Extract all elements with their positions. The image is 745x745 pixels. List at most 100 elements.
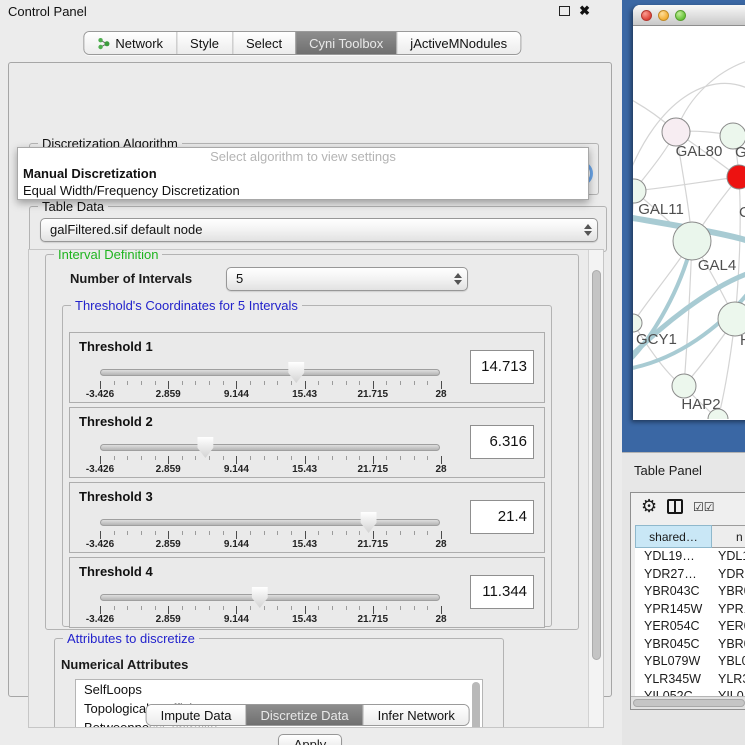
- algorithm-dropdown-popup: Select algorithm to view settings Manual…: [17, 147, 589, 200]
- threshold-row: Threshold 4 -3.4262.8599.14415.4321.7152…: [69, 557, 545, 628]
- node-label: GAL80: [676, 143, 723, 160]
- tab-select[interactable]: Select: [232, 32, 295, 54]
- table-row[interactable]: YBL079WYBL0: [635, 653, 745, 671]
- tab-discretize-data[interactable]: Discretize Data: [245, 705, 362, 725]
- column-header-name[interactable]: n: [712, 525, 745, 548]
- panel-title: Control Panel: [8, 4, 87, 19]
- cell-shared-name: YLR345W: [635, 671, 712, 689]
- control-panel: Control Panel ✖ Network Style Select Cyn…: [0, 0, 622, 745]
- list-scrollbar: [471, 681, 481, 728]
- right-pane: GAL80GACGAL11GAL4GCY1HHAP2 Table Panel ⚙…: [622, 0, 745, 745]
- network-node[interactable]: [633, 314, 642, 332]
- table-row[interactable]: YBR045CYBR0: [635, 636, 745, 654]
- cell-name: YPR1: [712, 601, 745, 619]
- slider-tick-labels: -3.4262.8599.14415.4321.71528: [100, 539, 441, 551]
- slider-track[interactable]: [100, 369, 440, 376]
- node-label: H: [740, 332, 745, 349]
- column-checkboxes-icon[interactable]: ☑☑: [693, 500, 715, 514]
- scrollbar-thumb[interactable]: [633, 699, 745, 707]
- dropdown-option-equal-width[interactable]: Equal Width/Frequency Discretization: [18, 182, 588, 199]
- tab-network[interactable]: Network: [84, 32, 176, 54]
- scrollbar-thumb[interactable]: [472, 682, 480, 728]
- tab-label: Select: [246, 36, 282, 51]
- slider-thumb[interactable]: [196, 437, 214, 458]
- table-row[interactable]: YDR27…YDR2: [635, 566, 745, 584]
- tab-label: Style: [190, 36, 219, 51]
- interval-definition-group: Interval Definition Number of Intervals …: [45, 254, 579, 630]
- tab-label: Impute Data: [161, 708, 232, 723]
- tab-cyni-toolbox[interactable]: Cyni Toolbox: [295, 32, 396, 54]
- gear-icon[interactable]: ⚙: [641, 496, 657, 517]
- group-title: Interval Definition: [54, 249, 162, 262]
- tab-style[interactable]: Style: [176, 32, 232, 54]
- table-data-group: Table Data galFiltered.sif default node: [29, 206, 607, 252]
- threshold-label: Threshold 1: [79, 339, 153, 354]
- number-of-intervals-combobox[interactable]: 5: [226, 267, 468, 291]
- cyni-mode-tabs: Impute Data Discretize Data Infer Networ…: [146, 704, 470, 726]
- table-row[interactable]: YDL19…YDL1: [635, 548, 745, 566]
- network-window-titlebar[interactable]: [633, 5, 745, 26]
- network-node[interactable]: [727, 165, 745, 189]
- table-row[interactable]: YBR043CYBR0: [635, 583, 745, 601]
- dropdown-option-manual[interactable]: Manual Discretization: [18, 165, 588, 182]
- node-label: GCY1: [636, 331, 677, 348]
- combobox-value: galFiltered.sif default node: [50, 219, 202, 241]
- node-label: C: [739, 204, 745, 221]
- slider-track[interactable]: [100, 519, 440, 526]
- tab-label: Discretize Data: [260, 708, 348, 723]
- split-columns-icon[interactable]: [667, 499, 683, 514]
- threshold-row: Threshold 1 -3.4262.8599.14415.4321.7152…: [69, 332, 545, 403]
- network-nodes: GAL80GACGAL11GAL4GCY1HHAP2: [633, 118, 745, 419]
- network-node[interactable]: [673, 222, 711, 260]
- control-panel-tabs: Network Style Select Cyni Toolbox jActiv…: [83, 31, 521, 55]
- network-node[interactable]: [718, 302, 745, 336]
- stepper-arrows-icon: [454, 273, 462, 285]
- tab-jactivemnodules[interactable]: jActiveMNodules: [396, 32, 520, 54]
- threshold-value-box[interactable]: 11.344: [470, 575, 534, 609]
- network-canvas[interactable]: GAL80GACGAL11GAL4GCY1HHAP2: [633, 26, 745, 419]
- combobox-value: 5: [236, 268, 243, 290]
- float-window-icon[interactable]: [559, 6, 570, 16]
- threshold-value-box[interactable]: 6.316: [470, 425, 534, 459]
- tab-impute-data[interactable]: Impute Data: [147, 705, 246, 725]
- table-body: YDL19…YDL1YDR27…YDR2YBR043CYBR0YPR145WYP…: [635, 548, 745, 698]
- slider-thumb[interactable]: [251, 587, 269, 608]
- threshold-row: Threshold 2 -3.4262.8599.14415.4321.7152…: [69, 407, 545, 478]
- column-header-shared-name[interactable]: shared…: [635, 525, 712, 548]
- group-title: Attributes to discretize: [63, 631, 199, 646]
- cell-name: YBR0: [712, 636, 745, 654]
- slider-track[interactable]: [100, 594, 440, 601]
- thresholds-group: Threshold's Coordinates for 5 Intervals …: [62, 305, 552, 627]
- tab-label: Cyni Toolbox: [309, 36, 383, 51]
- table-row[interactable]: YPR145WYPR1: [635, 601, 745, 619]
- slider-thumb[interactable]: [360, 512, 378, 533]
- node-label: GAL4: [698, 257, 736, 274]
- vertical-scrollbar: [588, 250, 603, 727]
- cell-shared-name: YBL079W: [635, 653, 712, 671]
- close-traffic-light[interactable]: [641, 10, 652, 21]
- tab-infer-network[interactable]: Infer Network: [363, 705, 469, 725]
- threshold-value-box[interactable]: 14.713: [470, 350, 534, 384]
- slider-track[interactable]: [100, 444, 440, 451]
- tab-label: Network: [115, 36, 163, 51]
- cell-name: YBR0: [712, 583, 745, 601]
- threshold-value-box[interactable]: 21.4: [470, 500, 534, 534]
- table-row[interactable]: YER054CYER0: [635, 618, 745, 636]
- table-data-combobox[interactable]: galFiltered.sif default node: [40, 218, 598, 242]
- attribute-list-item[interactable]: SelfLoops: [76, 680, 482, 699]
- cell-shared-name: YBR043C: [635, 583, 712, 601]
- cell-shared-name: YER054C: [635, 618, 712, 636]
- network-view-window: GAL80GACGAL11GAL4GCY1HHAP2: [633, 5, 745, 420]
- slider-thumb[interactable]: [287, 362, 305, 383]
- zoom-traffic-light[interactable]: [675, 10, 686, 21]
- apply-button[interactable]: Apply: [278, 734, 342, 745]
- table-panel-titlebar: Table Panel: [622, 452, 745, 490]
- minimize-traffic-light[interactable]: [658, 10, 669, 21]
- scrollbar-thumb[interactable]: [592, 270, 601, 660]
- table-toolbar: ⚙ ☑☑: [631, 493, 745, 523]
- network-node[interactable]: [672, 374, 696, 398]
- close-icon[interactable]: ✖: [579, 5, 590, 16]
- number-of-intervals-label: Number of Intervals: [70, 271, 192, 286]
- table-row[interactable]: YLR345WYLR3: [635, 671, 745, 689]
- network-node[interactable]: [662, 118, 690, 146]
